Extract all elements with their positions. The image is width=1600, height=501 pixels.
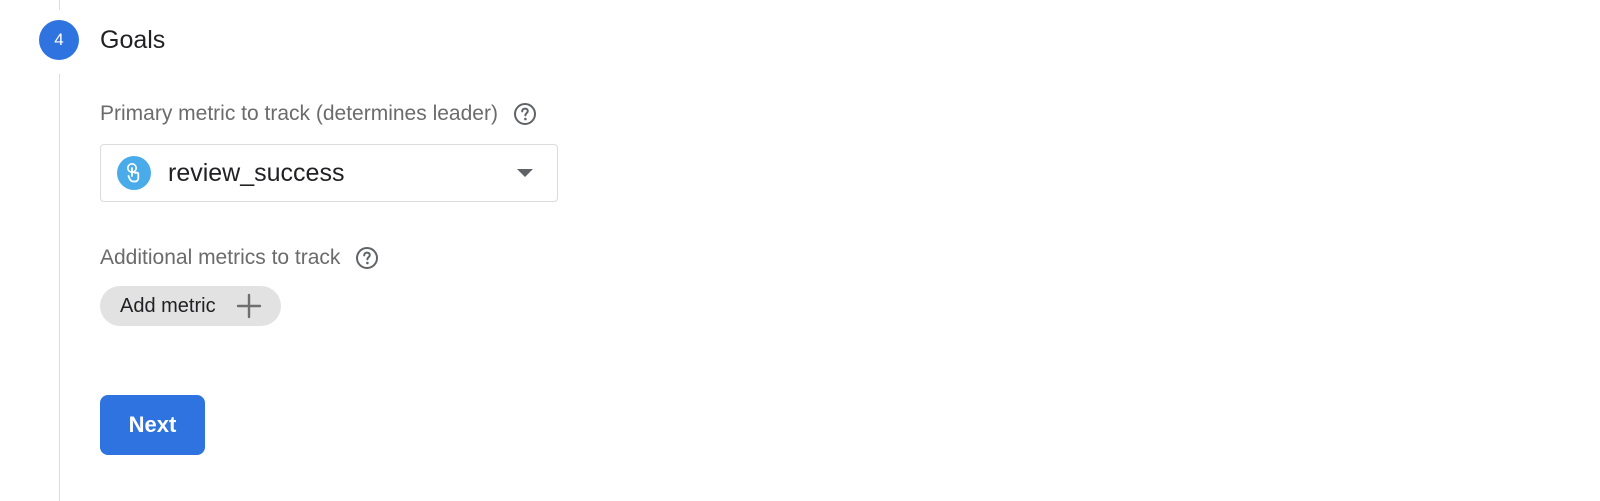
additional-metrics-label: Additional metrics to track [100,246,341,269]
goals-step-panel: 4 Goals Primary metric to track (determi… [0,0,1600,501]
step-number-badge: 4 [39,20,79,60]
help-circle-icon[interactable] [513,102,537,126]
add-metric-label: Add metric [120,294,216,317]
stepper-connector [59,74,60,501]
primary-metric-value: review_success [168,158,345,187]
primary-metric-label-row: Primary metric to track (determines lead… [100,100,537,128]
next-button[interactable]: Next [100,395,205,455]
dropdown-arrow-icon [517,169,533,177]
primary-metric-select[interactable]: review_success [100,144,558,202]
add-metric-button[interactable]: Add metric [100,286,281,326]
touch-event-icon [117,156,151,190]
stepper-connector-top [59,0,60,10]
step-title: Goals [100,26,166,54]
help-circle-icon[interactable] [355,246,379,270]
additional-metrics-label-row: Additional metrics to track [100,244,379,272]
primary-metric-label: Primary metric to track (determines lead… [100,102,498,125]
plus-icon [236,293,262,319]
